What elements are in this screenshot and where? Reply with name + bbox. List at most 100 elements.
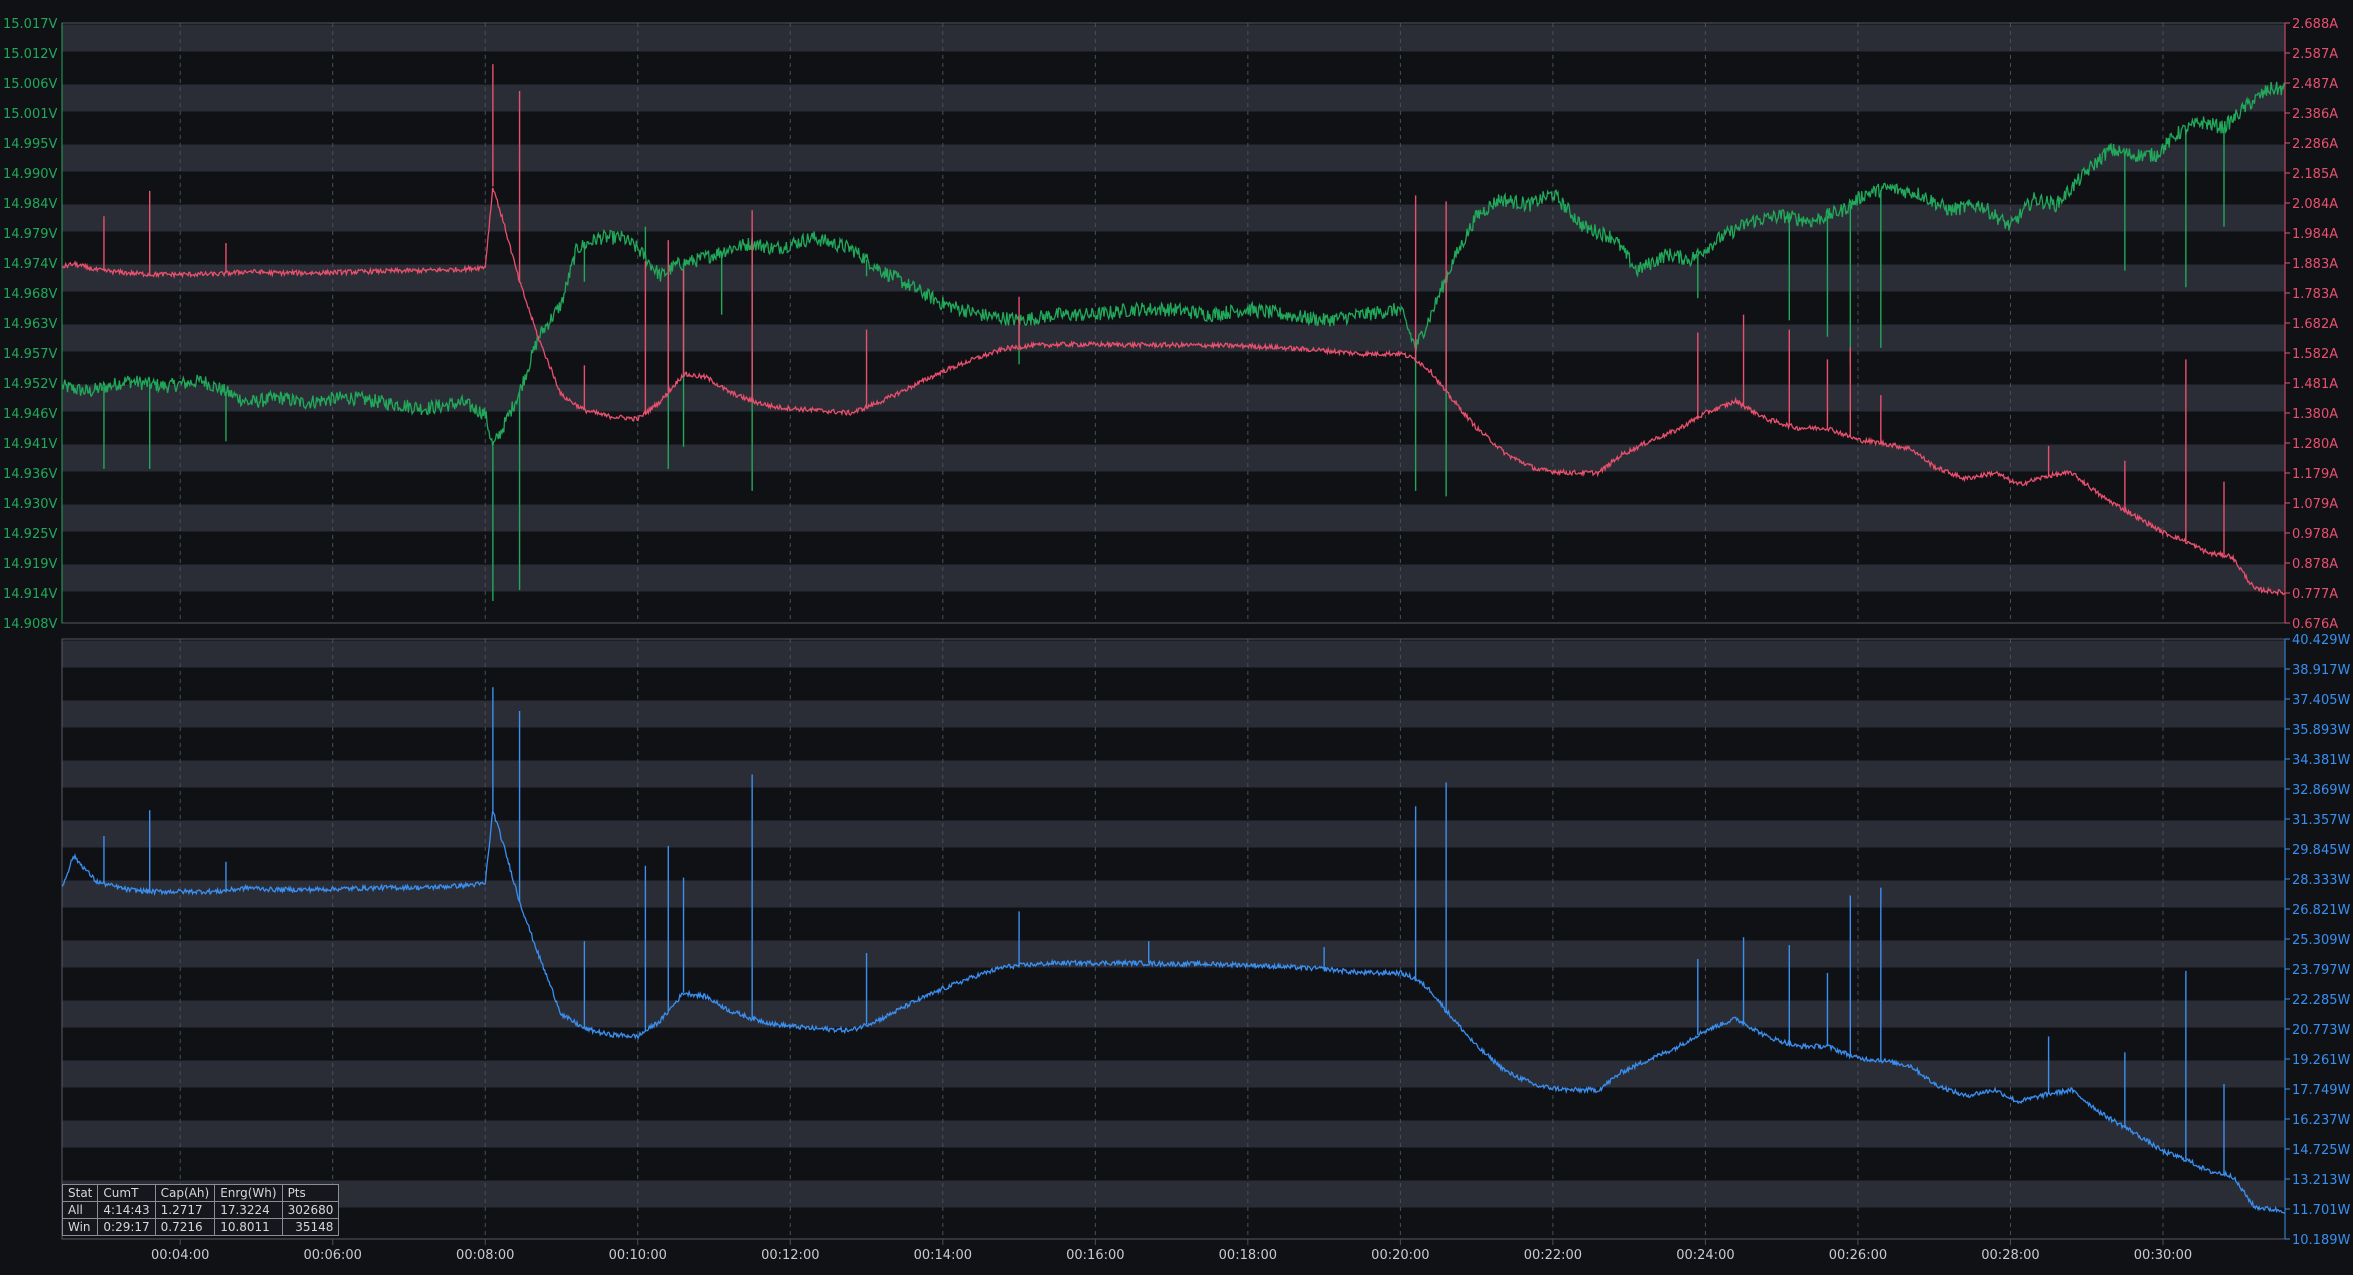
x-axis-tick-label: 00:28:00	[1981, 1248, 2039, 1263]
grid-band	[62, 760, 2285, 788]
y-axis-left-tick-label: 14.979V	[3, 227, 57, 242]
y-axis-right-tick-label: 2.084A	[2292, 197, 2338, 212]
y-axis-left-tick-label: 14.930V	[3, 497, 57, 512]
grid-band	[62, 84, 2285, 112]
y-axis-right-tick-label: 1.179A	[2292, 467, 2338, 482]
grid-band	[62, 144, 2285, 172]
x-axis-tick-label: 00:12:00	[761, 1248, 819, 1263]
y-axis-right-tick-label: 11.701W	[2292, 1203, 2350, 1218]
y-axis-right-tick-label: 0.676A	[2292, 617, 2338, 632]
y-axis-right-tick-label: 26.821W	[2292, 903, 2350, 918]
y-axis-left-tick-label: 14.919V	[3, 557, 57, 572]
y-axis-right-tick-label: 16.237W	[2292, 1113, 2350, 1128]
stats-header-cell: Stat	[61, 1184, 99, 1202]
stats-cell: 302680	[281, 1201, 340, 1219]
stats-cell: Win	[61, 1218, 99, 1236]
y-axis-left-tick-label: 15.012V	[3, 47, 57, 62]
y-axis-right-tick-label: 2.286A	[2292, 137, 2338, 152]
y-axis-right-tick-label: 14.725W	[2292, 1143, 2350, 1158]
stats-header-cell: CumT	[97, 1184, 156, 1202]
grid-band	[62, 1000, 2285, 1028]
stats-cell: 4:14:43	[97, 1201, 156, 1219]
y-axis-right-tick-label: 17.749W	[2292, 1083, 2350, 1098]
y-axis-right-tick-label: 0.777A	[2292, 587, 2338, 602]
stats-header-row: Stat CumT Cap(Ah) Enrg(Wh) Pts	[61, 1184, 340, 1202]
y-axis-right-tick-label: 1.380A	[2292, 407, 2338, 422]
y-axis-left-tick-label: 14.995V	[3, 137, 57, 152]
y-axis-left-tick-label: 15.006V	[3, 77, 57, 92]
stats-cell: 0:29:17	[97, 1218, 156, 1236]
y-axis-right-tick-label: 1.079A	[2292, 497, 2338, 512]
y-axis-left-tick-label: 14.963V	[3, 317, 57, 332]
y-axis-right-tick-label: 23.797W	[2292, 963, 2350, 978]
x-axis-tick-label: 00:24:00	[1676, 1248, 1734, 1263]
y-axis-right-tick-label: 1.883A	[2292, 257, 2338, 272]
x-axis-tick-label: 00:14:00	[914, 1248, 972, 1263]
x-axis-tick-label: 00:06:00	[304, 1248, 362, 1263]
y-axis-right-tick-label: 10.189W	[2292, 1233, 2350, 1248]
stats-header-cell: Enrg(Wh)	[214, 1184, 283, 1202]
y-axis-right-tick-label: 1.481A	[2292, 377, 2338, 392]
grid-band	[62, 880, 2285, 908]
y-axis-right-tick-label: 38.917W	[2292, 663, 2350, 678]
stats-cell: All	[61, 1201, 99, 1219]
y-axis-right-tick-label: 1.582A	[2292, 347, 2338, 362]
y-axis-right-tick-label: 25.309W	[2292, 933, 2350, 948]
y-axis-left-tick-label: 14.941V	[3, 437, 57, 452]
y-axis-left-tick-label: 14.984V	[3, 197, 57, 212]
x-axis-tick-label: 00:08:00	[456, 1248, 514, 1263]
stats-cell: 1.2717	[154, 1201, 216, 1219]
y-axis-right-tick-label: 31.357W	[2292, 813, 2350, 828]
stats-header-cell: Cap(Ah)	[154, 1184, 216, 1202]
grid-band	[62, 1120, 2285, 1148]
stats-cell: 17.3224	[214, 1201, 283, 1219]
grid-band	[62, 24, 2285, 52]
grid-band	[62, 564, 2285, 592]
y-axis-left-tick-label: 14.946V	[3, 407, 57, 422]
y-axis-right-tick-label: 0.878A	[2292, 557, 2338, 572]
y-axis-left-tick-label: 14.990V	[3, 167, 57, 182]
y-axis-right-tick-label: 2.386A	[2292, 107, 2338, 122]
grid-band	[62, 640, 2285, 668]
stats-row-all: All 4:14:43 1.2717 17.3224 302680	[61, 1201, 340, 1219]
y-axis-left-tick-label: 15.017V	[3, 17, 57, 32]
x-axis-tick-label: 00:18:00	[1219, 1248, 1277, 1263]
grid-band	[62, 820, 2285, 848]
y-axis-right-tick-label: 1.280A	[2292, 437, 2338, 452]
y-axis-right-tick-label: 35.893W	[2292, 723, 2350, 738]
y-axis-right-tick-label: 37.405W	[2292, 693, 2350, 708]
y-axis-right-tick-label: 32.869W	[2292, 783, 2350, 798]
chart-panel-2: 40.429W 38.917W 37.405W 35.893W 34.381W 32.86…	[61, 633, 2350, 1248]
plot-area	[62, 23, 2285, 623]
y-axis-right-tick-label: 22.285W	[2292, 993, 2350, 1008]
grid-band	[62, 504, 2285, 532]
x-axis-tick-label: 00:10:00	[609, 1248, 667, 1263]
y-axis-right-tick-label: 34.381W	[2292, 753, 2350, 768]
x-axis-tick-label: 00:16:00	[1066, 1248, 1124, 1263]
grid-band	[62, 444, 2285, 472]
stats-cell: 35148	[281, 1218, 340, 1236]
y-axis-left-tick-label: 14.974V	[3, 257, 57, 272]
stats-header-cell: Pts	[281, 1184, 340, 1202]
y-axis-left-tick-label: 14.925V	[3, 527, 57, 542]
y-axis-left-tick-label: 15.001V	[3, 107, 57, 122]
grid-band	[62, 1180, 2285, 1208]
grid-band	[62, 700, 2285, 728]
y-axis-right-tick-label: 2.487A	[2292, 77, 2338, 92]
y-axis-left-tick-label: 14.908V	[3, 617, 57, 632]
x-axis-tick-label: 00:22:00	[1524, 1248, 1582, 1263]
x-axis-tick-label: 00:20:00	[1371, 1248, 1429, 1263]
y-axis-right-tick-label: 19.261W	[2292, 1053, 2350, 1068]
y-axis-right-tick-label: 40.429W	[2292, 633, 2350, 648]
y-axis-right-tick-label: 0.978A	[2292, 527, 2338, 542]
chart-panel-1: 15.017V 15.012V 15.006V 15.001V 14.995V 14.99…	[3, 17, 2338, 632]
y-axis-right-tick-label: 2.185A	[2292, 167, 2338, 182]
y-axis-right-tick-label: 13.213W	[2292, 1173, 2350, 1188]
y-axis-right-tick-label: 1.682A	[2292, 317, 2338, 332]
y-axis-right-tick-label: 1.984A	[2292, 227, 2338, 242]
stats-cell: 10.8011	[214, 1218, 283, 1236]
stats-cell: 0.7216	[154, 1218, 216, 1236]
y-axis-left-tick-label: 14.914V	[3, 587, 57, 602]
chart-canvas: 15.017V 15.012V 15.006V 15.001V 14.995V 14.99…	[0, 0, 2353, 1271]
grid-band	[62, 1060, 2285, 1088]
